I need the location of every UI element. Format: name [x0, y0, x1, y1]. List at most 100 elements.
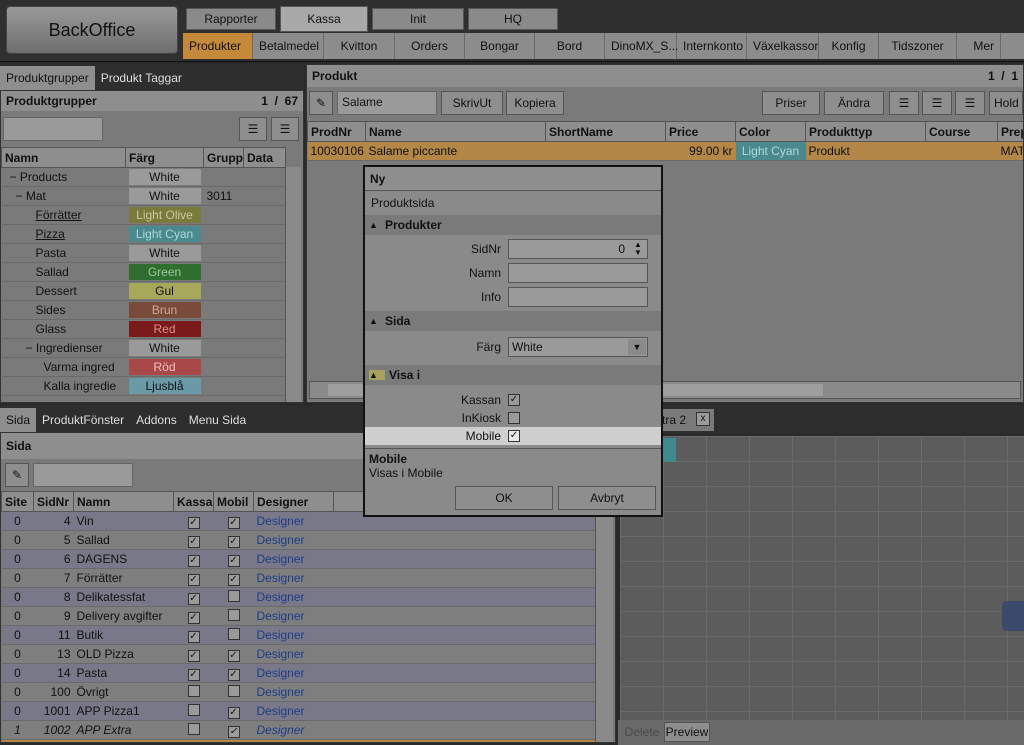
subtab-dinomx[interactable]: DinoMX_S...: [605, 33, 678, 59]
kassa-checkbox[interactable]: ✓: [187, 516, 200, 529]
col-namn[interactable]: Namn: [1, 147, 126, 168]
table-row[interactable]: Sides Brun: [1, 300, 286, 320]
mobil-checkbox[interactable]: [227, 608, 240, 621]
col-designer[interactable]: Designer: [253, 491, 334, 512]
kassa-checkbox[interactable]: ✓: [187, 649, 200, 662]
col-kassa[interactable]: Kassa: [173, 491, 214, 512]
table-row[interactable]: − Mat White 3011: [1, 186, 286, 206]
stepper-arrows-icon[interactable]: ▲ ▼: [630, 241, 646, 257]
expand-icon[interactable]: −: [10, 170, 17, 184]
table-row[interactable]: 0 6 DAGENS ✓ ✓ Designer: [1, 549, 596, 569]
kassa-checkbox[interactable]: ✓: [187, 592, 200, 605]
mobil-checkbox[interactable]: [227, 627, 240, 640]
ok-button[interactable]: OK: [455, 486, 553, 510]
edit-pencil-icon[interactable]: ✎: [309, 91, 333, 115]
table-row[interactable]: 1 1002 APP Extra ✓ Designer: [1, 720, 596, 740]
designer-link[interactable]: Designer: [257, 666, 305, 680]
designer-link[interactable]: Designer: [257, 590, 305, 604]
sida-scrollbar[interactable]: [595, 511, 613, 742]
delete-button[interactable]: Delete: [622, 722, 662, 742]
kassan-row[interactable]: Kassan ✓: [365, 391, 661, 409]
add-group-icon[interactable]: ☰: [239, 117, 267, 141]
col-shortname[interactable]: ShortName: [545, 121, 666, 142]
produktgrupper-search-input[interactable]: [3, 117, 103, 141]
subtab-internkonto[interactable]: Internkonto: [677, 33, 747, 59]
table-row[interactable]: Pizza Light Cyan: [1, 224, 286, 244]
mobil-checkbox[interactable]: ✓: [227, 573, 240, 586]
tab-rapporter[interactable]: Rapporter: [186, 8, 276, 30]
table-row[interactable]: − Products White: [1, 167, 286, 187]
table-row[interactable]: 0 7 Förrätter ✓ ✓ Designer: [1, 568, 596, 588]
sidnr-stepper[interactable]: 0 ▲ ▼: [508, 239, 648, 259]
col-data[interactable]: Data: [243, 147, 286, 168]
section-visa-i[interactable]: ▲ Visa i: [365, 365, 661, 385]
kassa-checkbox[interactable]: ✓: [187, 573, 200, 586]
kassa-checkbox[interactable]: ✓: [187, 554, 200, 567]
col-price[interactable]: Price: [665, 121, 736, 142]
table-row[interactable]: Pasta White: [1, 243, 286, 263]
table-row[interactable]: Förrätter Light Olive: [1, 205, 286, 225]
col-name[interactable]: Name: [365, 121, 546, 142]
kassa-checkbox[interactable]: [187, 684, 200, 697]
table-row[interactable]: Sallad Green: [1, 262, 286, 282]
designer-link[interactable]: Designer: [257, 514, 305, 528]
tab-produktgrupper[interactable]: Produktgrupper: [0, 66, 95, 90]
avbryt-button[interactable]: Avbryt: [558, 486, 656, 510]
mobil-checkbox[interactable]: [227, 589, 240, 602]
table-row[interactable]: Kalla ingredie Ljusblå: [1, 376, 286, 396]
expand-icon[interactable]: −: [16, 189, 23, 203]
mobile-row[interactable]: Mobile ✓: [365, 427, 661, 445]
table-row[interactable]: Varma ingred Röd: [1, 357, 286, 377]
subtab-bongar[interactable]: Bongar: [465, 33, 535, 59]
side-handle-icon[interactable]: [1002, 601, 1024, 631]
table-row[interactable]: − Ingredienser White: [1, 338, 286, 358]
section-sida[interactable]: ▲ Sida: [365, 311, 661, 331]
priser-button[interactable]: Priser: [762, 91, 820, 115]
kassan-checkbox[interactable]: ✓: [508, 394, 520, 406]
inkiosk-checkbox[interactable]: [508, 412, 520, 424]
designer-link[interactable]: Designer: [257, 704, 305, 718]
remove-list-icon[interactable]: ☰: [955, 91, 985, 115]
kassa-checkbox[interactable]: ✓: [187, 630, 200, 643]
kassa-checkbox[interactable]: ✓: [187, 668, 200, 681]
subtab-tidszoner[interactable]: Tidszoner: [879, 33, 957, 59]
backoffice-button[interactable]: BackOffice: [6, 6, 178, 54]
andra-button[interactable]: Ändra: [824, 91, 884, 115]
designer-link[interactable]: Designer: [257, 647, 305, 661]
table-row[interactable]: 0 5 Sallad ✓ ✓ Designer: [1, 530, 596, 550]
subtab-orders[interactable]: Orders: [395, 33, 465, 59]
mobil-checkbox[interactable]: [227, 684, 240, 697]
col-mobil[interactable]: Mobil: [213, 491, 254, 512]
col-produkttyp[interactable]: Produkttyp: [805, 121, 926, 142]
table-row[interactable]: 0 1001 APP Pizza1 ✓ Designer: [1, 701, 596, 721]
sida-search-input[interactable]: [33, 463, 133, 487]
col-sidnr[interactable]: SidNr: [33, 491, 74, 512]
kassa-checkbox[interactable]: [187, 703, 200, 716]
designer-link[interactable]: Designer: [257, 533, 305, 547]
mobil-checkbox[interactable]: ✓: [227, 649, 240, 662]
sida-edit-pencil-icon[interactable]: ✎: [5, 463, 29, 487]
designer-grid[interactable]: [620, 436, 1024, 720]
subtab-konfig[interactable]: Konfig: [819, 33, 879, 59]
col-prodnr[interactable]: ProdNr: [307, 121, 366, 142]
col-sida-namn[interactable]: Namn: [73, 491, 174, 512]
expand-icon[interactable]: −: [26, 341, 33, 355]
tab-kassa[interactable]: Kassa: [280, 6, 368, 32]
preview-button[interactable]: Preview: [664, 722, 710, 742]
designer-link[interactable]: Designer: [257, 571, 305, 585]
skrivut-button[interactable]: SkrivUt: [441, 91, 503, 115]
mobil-checkbox[interactable]: ✓: [227, 554, 240, 567]
kassa-checkbox[interactable]: ✓: [187, 535, 200, 548]
subtab-mer[interactable]: Mer: [957, 33, 1001, 59]
table-row[interactable]: 0 9 Delivery avgifter ✓ Designer: [1, 606, 596, 626]
edit-list-icon[interactable]: ☰: [922, 91, 952, 115]
kassa-checkbox[interactable]: ✓: [187, 611, 200, 624]
col-farg[interactable]: Färg: [125, 147, 204, 168]
mobile-checkbox[interactable]: ✓: [508, 430, 520, 442]
table-row[interactable]: 0 11 Butik ✓ Designer: [1, 625, 596, 645]
mobil-checkbox[interactable]: ✓: [227, 706, 240, 719]
designer-link[interactable]: Designer: [257, 552, 305, 566]
tab-produktfonster[interactable]: ProduktFönster: [36, 408, 130, 432]
table-row[interactable]: 0 14 Pasta ✓ ✓ Designer: [1, 663, 596, 683]
col-site[interactable]: Site: [1, 491, 34, 512]
